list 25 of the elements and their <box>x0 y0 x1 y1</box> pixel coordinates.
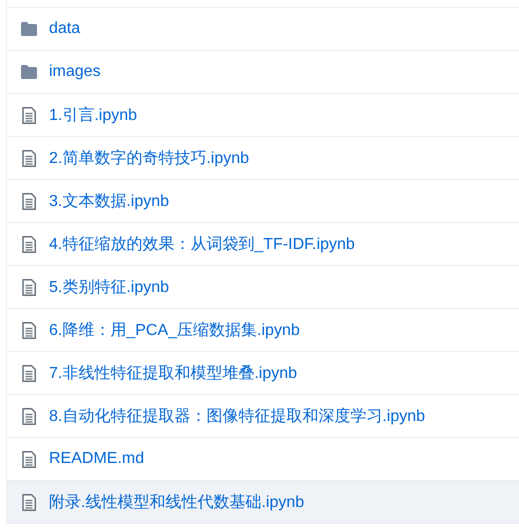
file-icon <box>22 494 36 510</box>
folder-icon <box>20 65 36 79</box>
file-link[interactable]: 7.非线性特征提取和模型堆叠.ipynb <box>49 362 298 384</box>
file-icon <box>22 106 36 124</box>
folder-icon <box>20 22 36 36</box>
file-link[interactable]: images <box>49 63 101 81</box>
file-icon <box>22 450 36 468</box>
file-row[interactable]: 附录.线性模型和线性代数基础.ipynb <box>7 481 519 523</box>
file-link[interactable]: 5.类别特征.ipynb <box>49 276 170 298</box>
file-icon <box>22 364 36 382</box>
file-link[interactable]: README.md <box>49 450 144 468</box>
file-link[interactable]: 1.引言.ipynb <box>49 104 138 126</box>
file-link[interactable]: 附录.线性模型和线性代数基础.ipynb <box>49 492 304 512</box>
file-icon <box>22 408 36 424</box>
file-link[interactable]: 3.文本数据.ipynb <box>49 190 170 212</box>
file-link[interactable]: 8.自动化特征提取器：图像特征提取和深度学习.ipynb <box>49 406 426 426</box>
file-link[interactable]: 6.降维：用_PCA_压缩数据集.ipynb <box>49 320 300 340</box>
file-icon <box>22 322 36 338</box>
file-link[interactable]: 2.简单数字的奇特技巧.ipynb <box>49 148 250 168</box>
file-icon <box>22 192 36 210</box>
file-icon <box>22 278 36 296</box>
file-icon <box>22 150 36 166</box>
file-icon <box>22 236 36 252</box>
file-link[interactable]: 4.特征缩放的效果：从词袋到_TF-IDF.ipynb <box>49 234 355 254</box>
file-link[interactable]: data <box>49 20 80 38</box>
